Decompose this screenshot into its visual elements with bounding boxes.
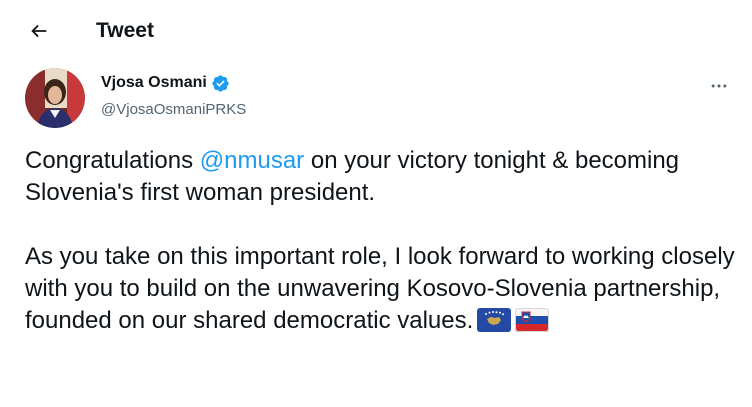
tweet-text: Congratulations @nmusar on your victory … [25, 145, 737, 337]
flag-kosovo-icon [477, 308, 512, 332]
avatar[interactable] [25, 68, 85, 128]
arrow-left-icon [31, 24, 47, 38]
author-display-name[interactable]: Vjosa Osmani [101, 73, 207, 93]
avatar-image [25, 68, 85, 128]
more-options-button[interactable] [702, 72, 736, 100]
back-button[interactable] [22, 14, 56, 48]
author-name-row: Vjosa Osmani [101, 73, 230, 93]
tweet-text-segment: As you take on this important role, I lo… [25, 243, 735, 334]
tweet-paragraph-2: As you take on this important role, I lo… [25, 241, 737, 337]
author-handle[interactable]: @VjosaOsmaniPRKS [101, 100, 246, 120]
verified-badge-icon [212, 74, 229, 92]
flag-slovenia-icon [515, 308, 550, 332]
tweet-text-segment: Congratulations [25, 147, 200, 174]
tweet-header: Tweet [0, 0, 752, 60]
tweet-page: Tweet Vjosa Osmani @VjosaOsmaniPRKS Cong… [0, 0, 752, 407]
tweet-paragraph-1: Congratulations @nmusar on your victory … [25, 145, 737, 209]
mention-link[interactable]: @nmusar [200, 147, 304, 174]
page-title: Tweet [96, 19, 154, 42]
more-horizontal-icon [711, 84, 727, 88]
